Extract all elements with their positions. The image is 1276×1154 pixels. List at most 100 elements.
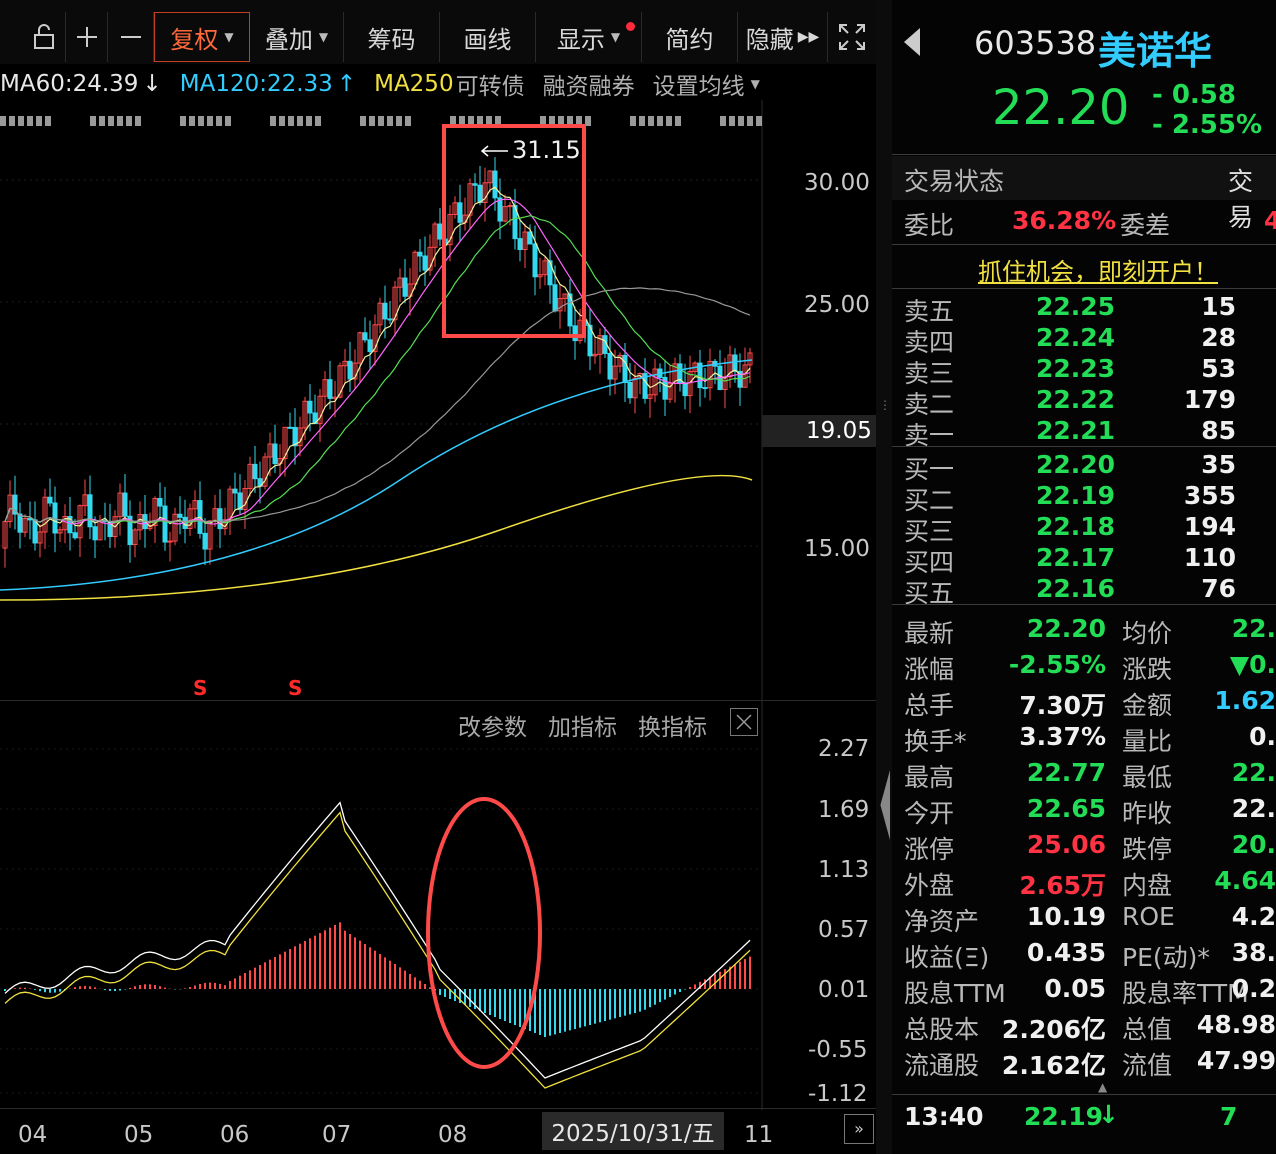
stats-row: 最高 22.77 最低 22. xyxy=(892,758,1276,792)
date-cursor-label: 2025/10/31/五 xyxy=(542,1112,724,1150)
dropdown-arrow-icon: ▼ xyxy=(318,30,329,44)
macd-chart[interactable] xyxy=(0,700,876,1110)
candle-body xyxy=(292,426,298,447)
time-axis-label: 06 xyxy=(220,1122,250,1148)
buy-level-volume: 194 xyxy=(1183,512,1236,541)
event-marker xyxy=(756,116,762,126)
buy-level-price: 22.17 xyxy=(1036,543,1116,572)
candle-body xyxy=(492,170,498,199)
stat-label: 外盘 xyxy=(904,871,955,900)
margin-trading-link[interactable]: 融资融券 xyxy=(543,67,635,101)
event-marker xyxy=(396,116,402,126)
stats-row: 收益(Ξ) 0.435 PE(动)* 38. xyxy=(892,938,1276,972)
sell-level-row[interactable]: 卖三 22.23 53 xyxy=(892,354,1276,388)
buy-level-row[interactable]: 买四 22.17 110 xyxy=(892,543,1276,577)
sell-level-price: 22.25 xyxy=(1036,292,1116,321)
candle-body xyxy=(177,513,183,518)
candle-body xyxy=(162,505,168,543)
double-arrow-icon: ▶▶ xyxy=(797,29,820,45)
stat-value: 10.19 xyxy=(1026,902,1106,931)
stat-value: 22.77 xyxy=(1026,758,1106,787)
stat-label: 跌停 xyxy=(1122,835,1173,864)
candle-body xyxy=(682,382,688,397)
hide-button[interactable]: 隐藏 ▶▶ xyxy=(738,12,828,62)
stock-name: 美诺华 xyxy=(1098,29,1213,73)
minus-icon[interactable] xyxy=(108,12,154,62)
price-change-pct: - 2.55% xyxy=(1152,110,1263,140)
buy-level-row[interactable]: 买五 22.16 76 xyxy=(892,574,1276,608)
buy-level-price: 22.20 xyxy=(1036,450,1116,479)
stat-label: 最低 xyxy=(1122,763,1173,792)
sell-level-row[interactable]: 卖五 22.25 15 xyxy=(892,292,1276,326)
buy-level-row[interactable]: 买一 22.20 35 xyxy=(892,450,1276,484)
moving-average-line xyxy=(4,198,751,525)
buy-level-price: 22.16 xyxy=(1036,574,1116,603)
candle-body xyxy=(517,238,523,251)
lock-icon[interactable] xyxy=(22,12,66,62)
scroll-right-icon[interactable]: » xyxy=(844,1114,874,1144)
sell-signal-marker: S xyxy=(193,676,208,700)
ma120-line xyxy=(0,359,753,591)
convertible-bond-link[interactable]: 可转债 xyxy=(456,67,525,101)
stat-label: 收益(Ξ) xyxy=(904,943,990,972)
event-marker xyxy=(369,116,375,126)
expand-icon[interactable] xyxy=(828,12,876,62)
divider xyxy=(892,288,1276,289)
plus-icon[interactable] xyxy=(66,12,108,62)
chart-toolbar: 复权 ▼ 叠加 ▼ 筹码 画线 显示 ▼ 简约 隐藏 ▶▶ xyxy=(0,0,876,64)
event-marker xyxy=(135,116,141,126)
candlestick-chart[interactable] xyxy=(0,100,876,700)
ma120-label: MA120:22.33 xyxy=(179,71,333,97)
stats-row: 股息TTM 0.05 股息率TTM 0.2 xyxy=(892,974,1276,1008)
candle-body xyxy=(52,502,58,534)
price-axis-label: 25.00 xyxy=(804,292,870,318)
event-marker xyxy=(315,116,321,126)
buy-level-volume: 76 xyxy=(1201,574,1236,603)
event-marker xyxy=(297,116,303,126)
stat-value: 7.30万 xyxy=(1019,691,1106,720)
event-marker xyxy=(639,116,645,126)
panel-splitter[interactable] xyxy=(876,0,892,1154)
candle-body xyxy=(287,426,293,429)
weicha-value: 4 xyxy=(1264,206,1276,235)
stats-row: 最新 22.20 均价 22. xyxy=(892,614,1276,648)
draw-line-button[interactable]: 画线 xyxy=(440,12,536,62)
buy-level-row[interactable]: 买三 22.18 194 xyxy=(892,512,1276,546)
down-arrow-icon: ↓ xyxy=(142,71,162,97)
event-marker xyxy=(747,116,753,126)
fuquan-button[interactable]: 复权 ▼ xyxy=(154,12,250,62)
trade-status-label: 交易状态 xyxy=(904,167,1005,196)
sell-level-row[interactable]: 卖一 22.21 85 xyxy=(892,416,1276,450)
macd-axis-label: 1.13 xyxy=(818,857,870,883)
dropdown-arrow-icon: ▼ xyxy=(610,30,621,44)
display-button[interactable]: 显示 ▼ xyxy=(536,12,642,62)
overlay-button[interactable]: 叠加 ▼ xyxy=(250,12,344,62)
candle-body xyxy=(572,325,578,342)
stats-row: 净资产 10.19 ROE 4.2 xyxy=(892,902,1276,936)
back-arrow-icon[interactable] xyxy=(904,28,920,56)
stat-value: 1.62 xyxy=(1214,686,1276,715)
event-marker xyxy=(387,116,393,126)
tick-time: 13:40 xyxy=(904,1102,984,1131)
divider xyxy=(892,1094,1276,1095)
chips-button[interactable]: 筹码 xyxy=(344,12,440,62)
ma-settings-link[interactable]: 设置均线 xyxy=(653,67,745,101)
event-marker xyxy=(630,116,636,126)
candle-body xyxy=(437,223,443,240)
display-label: 显示 xyxy=(556,25,605,54)
candle-body xyxy=(552,284,558,312)
expand-up-icon[interactable]: ▲ xyxy=(1098,1080,1107,1094)
sell-level-price: 22.22 xyxy=(1036,385,1116,414)
buy-level-row[interactable]: 买二 22.19 355 xyxy=(892,481,1276,515)
candle-body xyxy=(307,400,313,414)
stat-label: 净资产 xyxy=(904,907,980,936)
fuquan-label: 复权 xyxy=(170,25,219,54)
open-account-ad-link[interactable]: 抓住机会，即刻开户！ xyxy=(978,252,1218,287)
stat-label: PE(动)* xyxy=(1122,943,1210,972)
stat-label: 涨停 xyxy=(904,835,955,864)
stat-value: 22. xyxy=(1231,614,1276,643)
simple-button[interactable]: 简约 xyxy=(642,12,738,62)
sell-level-row[interactable]: 卖四 22.24 28 xyxy=(892,323,1276,357)
sell-level-row[interactable]: 卖二 22.22 179 xyxy=(892,385,1276,419)
moving-average-line xyxy=(4,186,751,528)
